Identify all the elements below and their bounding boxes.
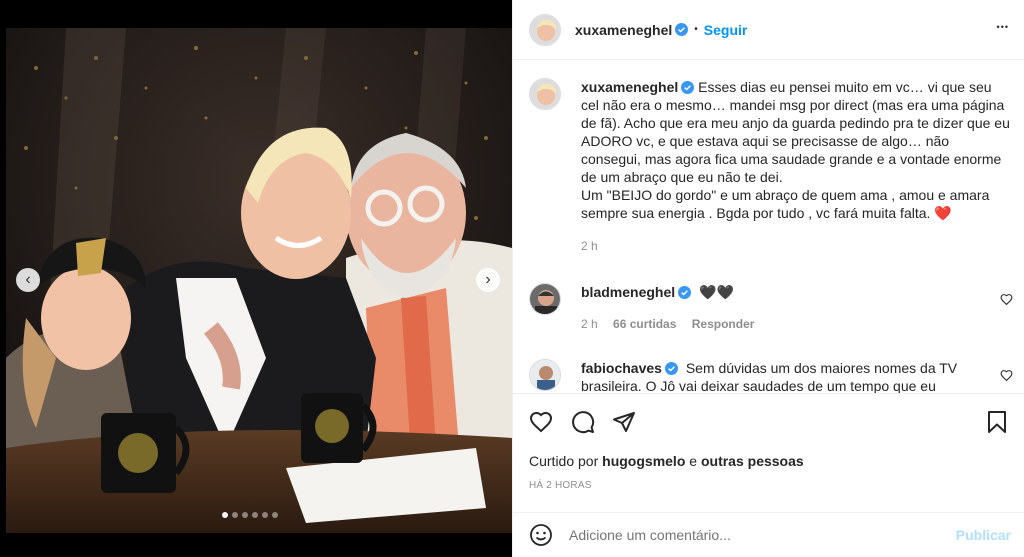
caption-body-line2: Um "BEIJO do gordo" e um abraço de quem … bbox=[581, 187, 990, 221]
photo-illustration bbox=[6, 28, 512, 533]
verified-badge-icon bbox=[675, 23, 689, 36]
comment-like-heart-icon[interactable] bbox=[1000, 369, 1013, 382]
comment-like-heart-icon[interactable] bbox=[1000, 293, 1013, 306]
save-bookmark-icon[interactable] bbox=[985, 410, 1009, 434]
chevron-left-icon: ‹ bbox=[25, 271, 31, 288]
author-username[interactable]: xuxameneghel bbox=[575, 22, 672, 38]
verified-badge-icon bbox=[681, 81, 695, 94]
heart-emoji-icon: ❤️ bbox=[934, 205, 952, 221]
liked-by-others[interactable]: outras pessoas bbox=[701, 453, 804, 469]
verified-badge-icon bbox=[678, 286, 692, 299]
post-actions: Curtido por hugogsmelo e outras pessoas … bbox=[513, 393, 1024, 513]
comment-time[interactable]: 2 h bbox=[581, 317, 598, 331]
carousel-dot bbox=[272, 512, 278, 518]
comment-item: bladmeneghel 🖤🖤 2 h 66 curtidas Responde… bbox=[529, 283, 1009, 331]
comment-input[interactable] bbox=[569, 527, 929, 543]
carousel-dot bbox=[222, 512, 228, 518]
carousel-prev-button[interactable]: ‹ bbox=[16, 268, 40, 292]
comment-bubble-icon[interactable] bbox=[571, 410, 595, 434]
publish-button[interactable]: Publicar bbox=[956, 527, 1011, 543]
comments-list: xuxameneghel Esses dias eu pensei muito … bbox=[513, 61, 1024, 393]
carousel-dot bbox=[262, 512, 268, 518]
reply-button[interactable]: Responder bbox=[692, 317, 755, 331]
verified-badge-icon bbox=[664, 362, 678, 375]
comment-username[interactable]: bladmeneghel bbox=[581, 284, 675, 300]
post-photo[interactable] bbox=[6, 28, 512, 533]
post-timestamp[interactable]: HÁ 2 HORAS bbox=[529, 480, 592, 491]
post-side-panel: xuxameneghel • Seguir ••• xuxameneghel E… bbox=[512, 0, 1024, 557]
comment-text: 🖤🖤 bbox=[699, 284, 734, 300]
avatar-image bbox=[530, 284, 560, 314]
share-send-icon[interactable] bbox=[612, 410, 636, 434]
avatar[interactable] bbox=[529, 78, 561, 110]
emoji-smiley-icon[interactable] bbox=[529, 523, 553, 547]
avatar-image bbox=[530, 79, 560, 109]
comment-likes[interactable]: 66 curtidas bbox=[613, 317, 676, 331]
separator-dot: • bbox=[694, 24, 698, 35]
caption-username[interactable]: xuxameneghel bbox=[581, 79, 678, 95]
carousel-dot bbox=[242, 512, 248, 518]
avatar[interactable] bbox=[529, 359, 561, 391]
avatar-image bbox=[530, 360, 560, 390]
carousel-dot bbox=[232, 512, 238, 518]
add-comment-bar: Publicar bbox=[513, 512, 1024, 557]
post-media: ‹ › bbox=[0, 0, 512, 557]
liked-by-user[interactable]: hugogsmelo bbox=[602, 453, 685, 469]
comment-item: fabiochaves Sem dúvidas um dos maiores n… bbox=[529, 359, 1009, 393]
comment-username[interactable]: fabiochaves bbox=[581, 360, 662, 376]
likes-middle: e bbox=[685, 453, 701, 469]
chevron-right-icon: › bbox=[485, 271, 491, 288]
follow-button[interactable]: Seguir bbox=[704, 22, 748, 38]
caption-item: xuxameneghel Esses dias eu pensei muito … bbox=[529, 78, 1011, 253]
avatar-image bbox=[530, 14, 560, 45]
like-heart-icon[interactable] bbox=[529, 410, 553, 434]
avatar[interactable] bbox=[529, 283, 561, 315]
more-options-icon[interactable]: ••• bbox=[997, 22, 1009, 32]
carousel-next-button[interactable]: › bbox=[476, 268, 500, 292]
caption-text: xuxameneghel Esses dias eu pensei muito … bbox=[581, 78, 1011, 222]
likes-prefix: Curtido por bbox=[529, 453, 603, 469]
caption-time[interactable]: 2 h bbox=[581, 239, 1011, 253]
post-header: xuxameneghel • Seguir ••• bbox=[513, 0, 1024, 60]
avatar[interactable] bbox=[529, 13, 561, 46]
carousel-dot bbox=[252, 512, 258, 518]
carousel-dots bbox=[222, 512, 278, 518]
likes-summary: Curtido por hugogsmelo e outras pessoas bbox=[529, 453, 804, 469]
